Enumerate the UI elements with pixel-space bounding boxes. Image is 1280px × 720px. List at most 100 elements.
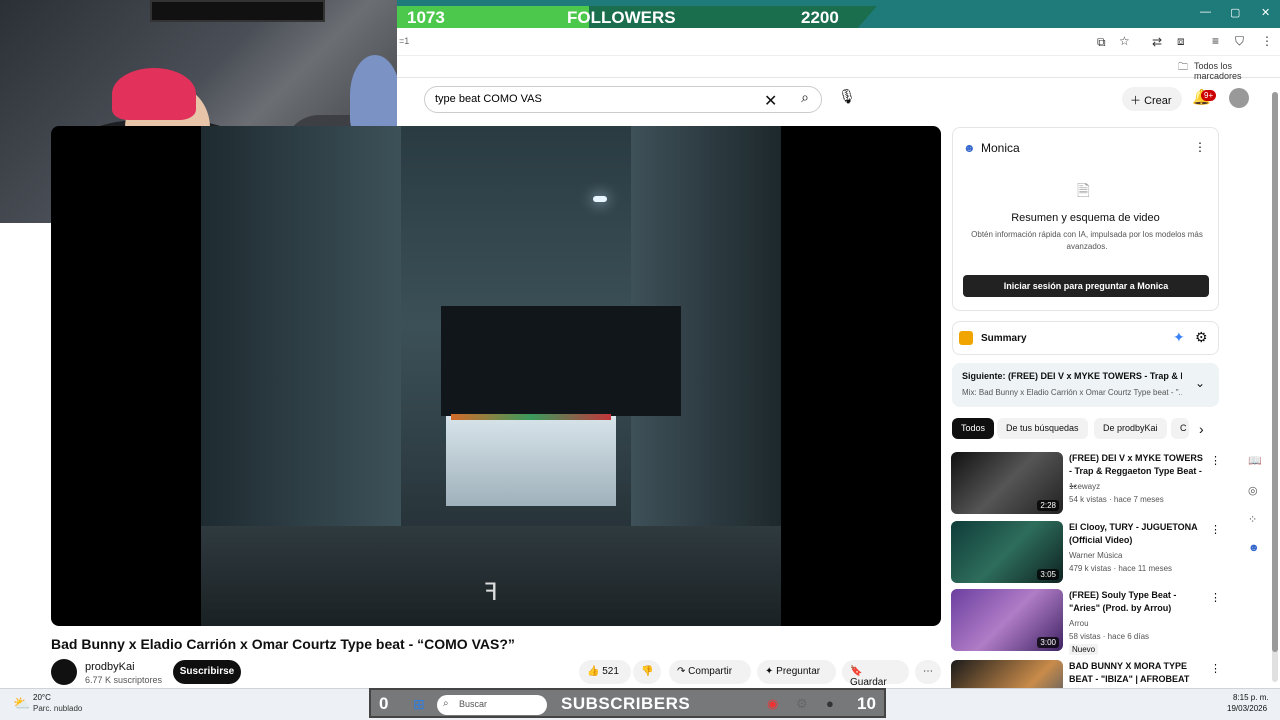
notifications-badge: 9+: [1201, 90, 1217, 101]
clock-time[interactable]: 8:15 p. m.: [1233, 693, 1269, 702]
search-input[interactable]: [435, 93, 755, 105]
queue-icon[interactable]: ≡: [1212, 34, 1219, 48]
chevron-right-icon[interactable]: ›: [1199, 421, 1204, 437]
monica-title: Monica: [981, 141, 1020, 155]
chip-from-searches[interactable]: De tus búsquedas: [997, 418, 1088, 439]
subscribers-goal-overlay: 0 ⊞ ⌕ Buscar SUBSCRIBERS ◉ ⚙ ● 10: [369, 688, 886, 718]
subs-goal: 10: [857, 694, 876, 713]
target-icon[interactable]: ◎: [1248, 484, 1258, 497]
followers-goal-overlay: 1073 FOLLOWERS 2200: [397, 6, 877, 28]
more-vert-icon[interactable]: ⋮: [1194, 140, 1206, 154]
street-light: [593, 196, 607, 202]
all-bookmarks-link[interactable]: Todos los marcadores: [1194, 61, 1280, 81]
search-icon[interactable]: ⌕: [793, 89, 817, 111]
recommendation-item[interactable]: BAD BUNNY X MORA TYPE BEAT - "IBIZA" | A…: [951, 660, 1221, 688]
weather-icon[interactable]: ⛅: [13, 695, 30, 712]
rec-title[interactable]: El Clooy, TURY - JUGUETONA (Official Vid…: [1069, 521, 1205, 547]
save-button[interactable]: 🔖 Guardar: [842, 660, 909, 688]
extensions-icon[interactable]: ⧈: [1177, 34, 1185, 49]
bookmark-icon: 🔖: [850, 666, 863, 677]
channel-avatar[interactable]: [51, 659, 77, 685]
create-button[interactable]: ＋ Crear: [1122, 87, 1182, 111]
clear-search-icon[interactable]: ✕: [764, 91, 777, 111]
street: [201, 526, 781, 626]
video-player[interactable]: ꟻ: [51, 126, 941, 626]
obs-taskbar-icon[interactable]: ●: [826, 696, 834, 711]
more-vert-icon[interactable]: ⋮: [1210, 591, 1221, 604]
followers-label: FOLLOWERS: [567, 8, 676, 27]
rec-title[interactable]: BAD BUNNY X MORA TYPE BEAT - "IBIZA" | A…: [1069, 660, 1205, 686]
weather-temp[interactable]: 20°C: [33, 693, 51, 702]
dislike-button[interactable]: 👎: [633, 660, 661, 684]
search-box[interactable]: ✕ ⌕: [424, 86, 822, 113]
video-thumbnail[interactable]: 2:28: [951, 452, 1063, 514]
channel-name[interactable]: prodbyKai: [85, 661, 135, 673]
ask-button[interactable]: ✦ Preguntar: [757, 660, 836, 684]
settings-gear-icon[interactable]: ⚙: [1195, 329, 1208, 346]
chip-more[interactable]: C: [1171, 418, 1189, 439]
chevron-down-icon[interactable]: ⌄: [1195, 376, 1205, 390]
recommendation-item[interactable]: 2:28 (FREE) DEI V x MYKE TOWERS - Trap &…: [951, 452, 1221, 516]
settings-taskbar-icon[interactable]: ⚙: [796, 696, 808, 712]
weather-desc: Parc. nublado: [33, 704, 83, 713]
chrome-menu-icon[interactable]: ⋮: [1261, 34, 1273, 48]
chip-from-channel[interactable]: De prodbyKai: [1094, 418, 1167, 439]
video-thumbnail[interactable]: 3:05: [951, 521, 1063, 583]
overpass: [441, 306, 681, 416]
video-thumbnail[interactable]: [951, 660, 1063, 688]
clock-date[interactable]: 19/03/2026: [1227, 704, 1267, 713]
rec-channel: Arrou: [1069, 619, 1089, 628]
translate-icon[interactable]: ⇄: [1152, 35, 1162, 49]
like-button[interactable]: 👍 521: [579, 660, 631, 684]
scrollbar-thumb[interactable]: [1272, 92, 1278, 652]
chrome-taskbar-icon[interactable]: ◉: [767, 696, 778, 712]
close-window-icon[interactable]: ✕: [1261, 6, 1270, 19]
up-next-subtitle: Mix: Bad Bunny x Eladio Carrión x Omar C…: [962, 388, 1182, 397]
rec-title[interactable]: (FREE) Souly Type Beat - "Aries" (Prod. …: [1069, 589, 1205, 615]
more-vert-icon[interactable]: ⋮: [1210, 523, 1221, 536]
sparkle-icon[interactable]: ✦: [1173, 329, 1185, 346]
more-actions-button[interactable]: ⋯: [915, 660, 941, 684]
person-left-cap: [112, 68, 196, 120]
share-button[interactable]: ↷ Compartir: [669, 660, 751, 684]
more-vert-icon[interactable]: ⋮: [1210, 454, 1221, 467]
summary-bar[interactable]: Summary ✦ ⚙: [952, 321, 1219, 355]
folder-icon: 🗀: [1178, 62, 1188, 73]
address-bar[interactable]: =1 ⧉ ☆ ⇄ ⧈ ≡ ⛉ ⋮: [397, 28, 1280, 56]
book-icon[interactable]: 📖: [1248, 454, 1262, 467]
rec-meta: 479 k vistas · hace 11 meses: [1069, 564, 1173, 573]
install-icon[interactable]: ⧉: [1097, 35, 1106, 50]
microphone-icon[interactable]: 🎙: [836, 88, 858, 110]
taskbar-search-label: Buscar: [459, 699, 488, 709]
rec-channel: Warner Música: [1069, 551, 1123, 560]
up-next-title: Siguiente: (FREE) DEI V x MYKE TOWERS - …: [962, 371, 1182, 381]
thumbs-down-icon: 👎: [641, 666, 654, 677]
address-text[interactable]: =1: [399, 36, 409, 46]
video-thumbnail[interactable]: 3:00: [951, 589, 1063, 651]
create-label: Crear: [1144, 95, 1172, 107]
monica-side-icon[interactable]: ☻: [1248, 542, 1260, 554]
monica-signin-button[interactable]: Iniciar sesión para preguntar a Monica: [963, 275, 1209, 297]
star-icon[interactable]: ☆: [1119, 34, 1130, 48]
followers-current: 1073: [407, 8, 445, 27]
account-avatar[interactable]: [1229, 88, 1249, 108]
bookmarks-bar: 🗀 Todos los marcadores: [397, 56, 1280, 81]
thumbs-up-icon: 👍: [587, 666, 600, 677]
taskbar-search[interactable]: ⌕ Buscar: [437, 695, 547, 715]
shield-icon[interactable]: ⛉: [1235, 34, 1244, 49]
up-next-box[interactable]: Siguiente: (FREE) DEI V x MYKE TOWERS - …: [952, 363, 1219, 407]
windows-start-icon[interactable]: ⊞: [413, 696, 425, 713]
subscribe-button[interactable]: Suscribirse: [173, 660, 241, 684]
share-icon: ↷: [677, 666, 686, 677]
recommendation-item[interactable]: 3:00 (FREE) Souly Type Beat - "Aries" (P…: [951, 589, 1221, 655]
channel-subscribers: 6.77 K suscriptores: [85, 675, 163, 685]
like-count: 521: [602, 666, 619, 677]
chip-all[interactable]: Todos: [952, 418, 995, 439]
monica-icon: ☻: [963, 141, 976, 155]
recommendation-item[interactable]: 3:05 El Clooy, TURY - JUGUETONA (Officia…: [951, 521, 1221, 585]
apps-icon[interactable]: ⁘: [1248, 513, 1257, 526]
maximize-icon[interactable]: ▢: [1230, 6, 1240, 19]
watermark-logo: ꟻ: [484, 579, 498, 606]
minimize-icon[interactable]: —: [1200, 6, 1211, 18]
more-vert-icon[interactable]: ⋮: [1210, 662, 1221, 675]
